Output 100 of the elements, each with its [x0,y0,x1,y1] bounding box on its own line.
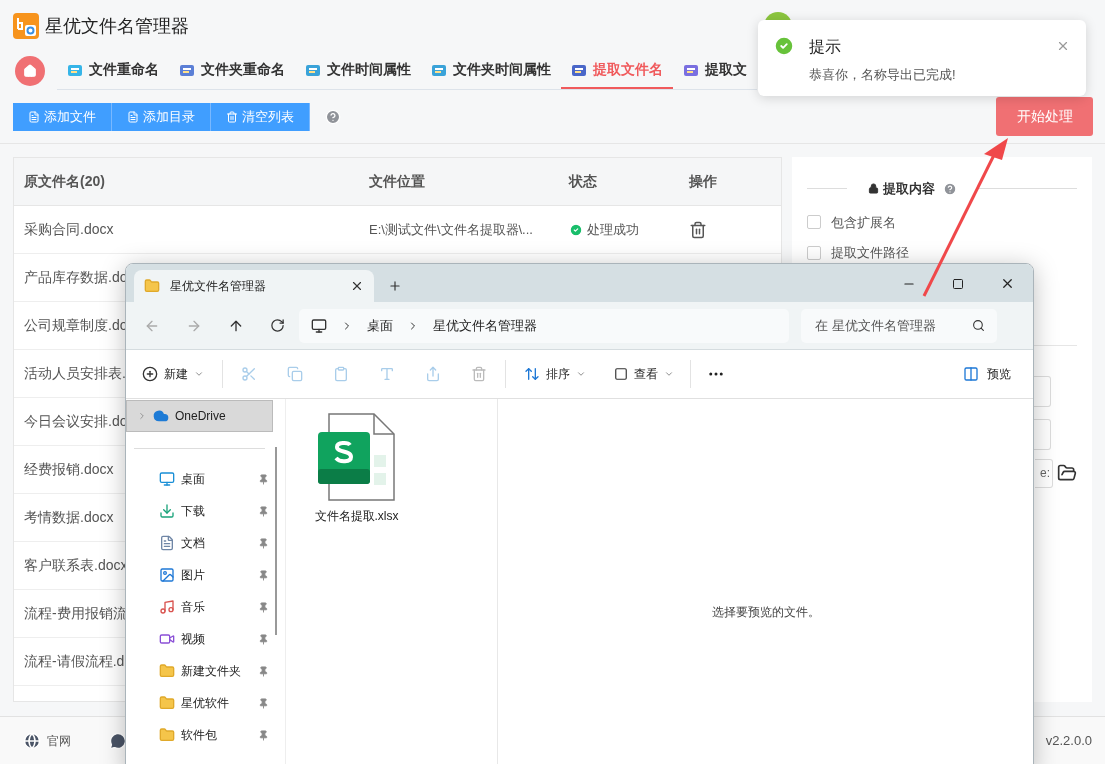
cloud-icon [153,408,169,424]
music-icon [159,599,175,615]
download-icon [159,503,175,519]
desktop-icon [159,471,175,487]
table-cell: 采购合同.docx [24,221,114,237]
app-logo [13,13,39,39]
preview-button[interactable]: 预览 [963,365,1011,383]
table-cell: 流程-请假流程.d [24,653,125,669]
feature-tab[interactable]: 文件重命名 [57,52,169,89]
website-icon[interactable] [23,731,41,750]
nav-item[interactable]: 音乐 [126,591,273,623]
close-icon[interactable] [350,279,364,293]
caret-icon [664,369,674,379]
pin-icon[interactable] [258,537,269,549]
plus-icon [142,366,158,382]
success-icon [569,222,583,237]
delete-icon[interactable] [689,220,707,239]
folder-icon [144,278,160,294]
document-icon [159,535,175,551]
website-link[interactable]: 官网 [47,731,71,750]
table-cell: 经费报销.docx [24,461,114,477]
chat-icon[interactable] [109,731,127,750]
pin-icon[interactable] [258,665,269,677]
nav-item[interactable]: 文档 [126,527,273,559]
feature-tab[interactable]: 文件夹时间属性 [421,52,561,89]
help-icon[interactable] [942,181,957,196]
tab-title: 星优文件名管理器 [170,278,267,295]
sort-icon [524,366,540,382]
search-icon [972,319,985,332]
address-bar[interactable]: 桌面 星优文件名管理器 [299,308,789,343]
table-cell: E:\测试文件\文件名提取器\... [369,222,533,237]
nav-item[interactable]: 软件包 [126,719,273,751]
table-cell: 活动人员安排表. [24,365,126,381]
success-icon [773,35,795,57]
folder-icon [159,663,175,679]
refresh-icon[interactable] [270,318,285,333]
nav-item[interactable]: 视频 [126,623,273,655]
home-button[interactable] [15,56,45,86]
pin-icon[interactable] [258,633,269,645]
home-icon [23,64,37,78]
checkbox-label: 包含扩展名 [831,213,897,232]
table-cell: 流程-费用报销流 [24,605,127,621]
checkbox[interactable] [807,245,822,260]
sort-button[interactable]: 排序 [524,365,586,383]
nav-item[interactable]: 图片 [126,559,273,591]
chevron-icon [137,411,147,421]
path-field[interactable]: e: [1035,458,1053,488]
file-icon [28,110,40,123]
version-text: v2.2.0.0 [1045,731,1092,750]
folder-icon [159,727,175,743]
nav-item[interactable]: 下载 [126,495,273,527]
toast-title: 提示 [809,37,842,57]
preview-hint: 选择要预览的文件。 [711,604,820,621]
feature-tab[interactable]: 文件时间属性 [295,52,421,89]
folder-icon [159,695,175,711]
trash-icon [226,110,238,123]
checkbox[interactable] [807,215,822,230]
panel-title: 提取内容 [882,180,935,198]
spreadsheet-file-icon [316,413,397,501]
pin-icon[interactable] [258,697,269,709]
explorer-tab[interactable]: 星优文件名管理器 [134,270,374,302]
breadcrumb-item[interactable]: 桌面 [367,315,393,336]
help-icon[interactable] [325,108,341,125]
computer-icon [311,317,327,334]
app-title: 星优文件名管理器 [45,14,189,38]
file-name: 文件名提取.xlsx [314,508,399,525]
pin-icon[interactable] [258,569,269,581]
nav-item[interactable]: 新建文件夹 [126,655,273,687]
view-icon [614,367,628,381]
maximize-icon[interactable] [952,277,964,290]
toast-message: 恭喜你，名称导出已完成! [809,66,957,84]
status-text: 处理成功 [587,220,639,239]
nav-item[interactable]: 桌面 [126,463,273,495]
column-header: 操作 [689,172,718,191]
nav-item[interactable]: 星优软件 [126,687,273,719]
column-header: 文件位置 [369,172,426,191]
pin-icon[interactable] [258,601,269,613]
preview-pane-icon [963,366,979,382]
pin-icon[interactable] [258,473,269,485]
feature-tab[interactable]: 文件夹重命名 [169,52,295,89]
close-icon[interactable] [1000,276,1015,291]
table-cell: 考情数据.docx [24,509,114,525]
pin-icon[interactable] [258,729,269,741]
caret-icon [194,369,204,379]
feature-tab[interactable]: 提取文 [673,52,757,89]
view-button[interactable]: 查看 [614,365,674,383]
breadcrumb-item[interactable]: 星优文件名管理器 [433,315,537,336]
folder-icon[interactable] [1057,463,1077,483]
column-header: 状态 [569,172,598,191]
video-icon [159,631,175,647]
pin-icon[interactable] [258,505,269,517]
caret-icon [576,369,586,379]
nav-item[interactable]: OneDrive [126,400,273,432]
new-tab-icon[interactable] [388,279,402,293]
new-button[interactable]: 新建 [142,365,204,383]
file-item[interactable]: 文件名提取.xlsx [314,413,399,525]
column-header: 原文件名(20) [23,172,106,191]
search-field[interactable]: 在 星优文件名管理器 [801,308,997,343]
lock-icon [867,183,879,195]
checkbox-label: 提取文件路径 [831,244,910,262]
